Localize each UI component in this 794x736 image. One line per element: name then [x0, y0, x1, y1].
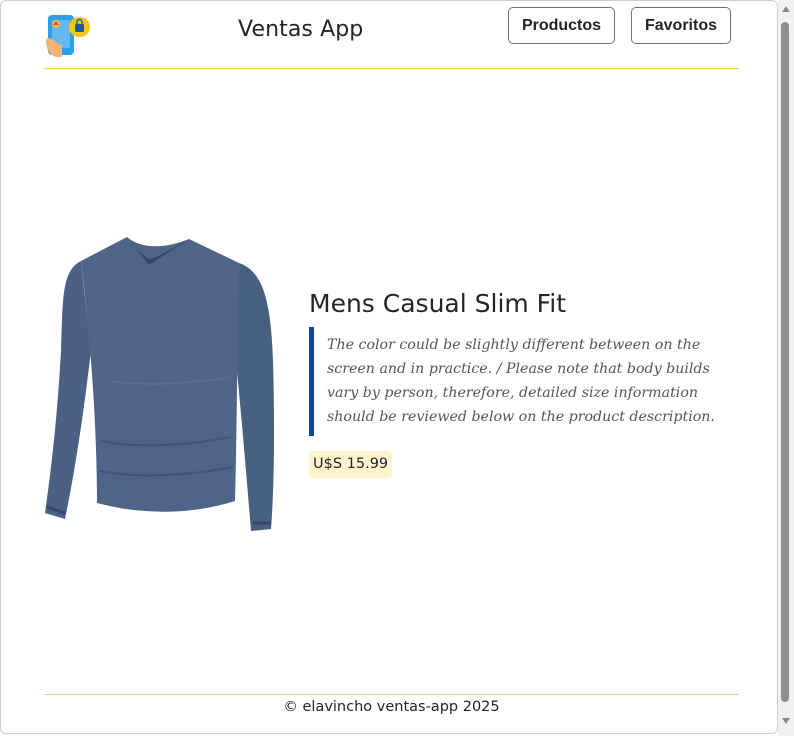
header-divider [44, 68, 739, 69]
shopping-phone-icon[interactable] [44, 11, 92, 59]
product-image [41, 231, 281, 536]
product-title: Mens Casual Slim Fit [309, 289, 566, 318]
app-title: Ventas App [238, 17, 364, 42]
productos-button[interactable]: Productos [508, 7, 615, 44]
price-badge: U$S 15.99 [309, 451, 393, 478]
footer-text: © elavincho ventas-app 2025 [283, 699, 500, 715]
scroll-thumb[interactable] [781, 22, 789, 702]
favoritos-button[interactable]: Favoritos [631, 7, 731, 44]
app-window: Ventas App Productos Favoritos Mens Casu… [0, 0, 778, 734]
product-description: The color could be slightly different be… [309, 327, 729, 436]
vertical-scrollbar[interactable] [778, 0, 794, 736]
footer-divider [44, 694, 739, 695]
scroll-up-arrow-icon[interactable] [782, 6, 790, 12]
scroll-down-arrow-icon[interactable] [782, 718, 790, 724]
